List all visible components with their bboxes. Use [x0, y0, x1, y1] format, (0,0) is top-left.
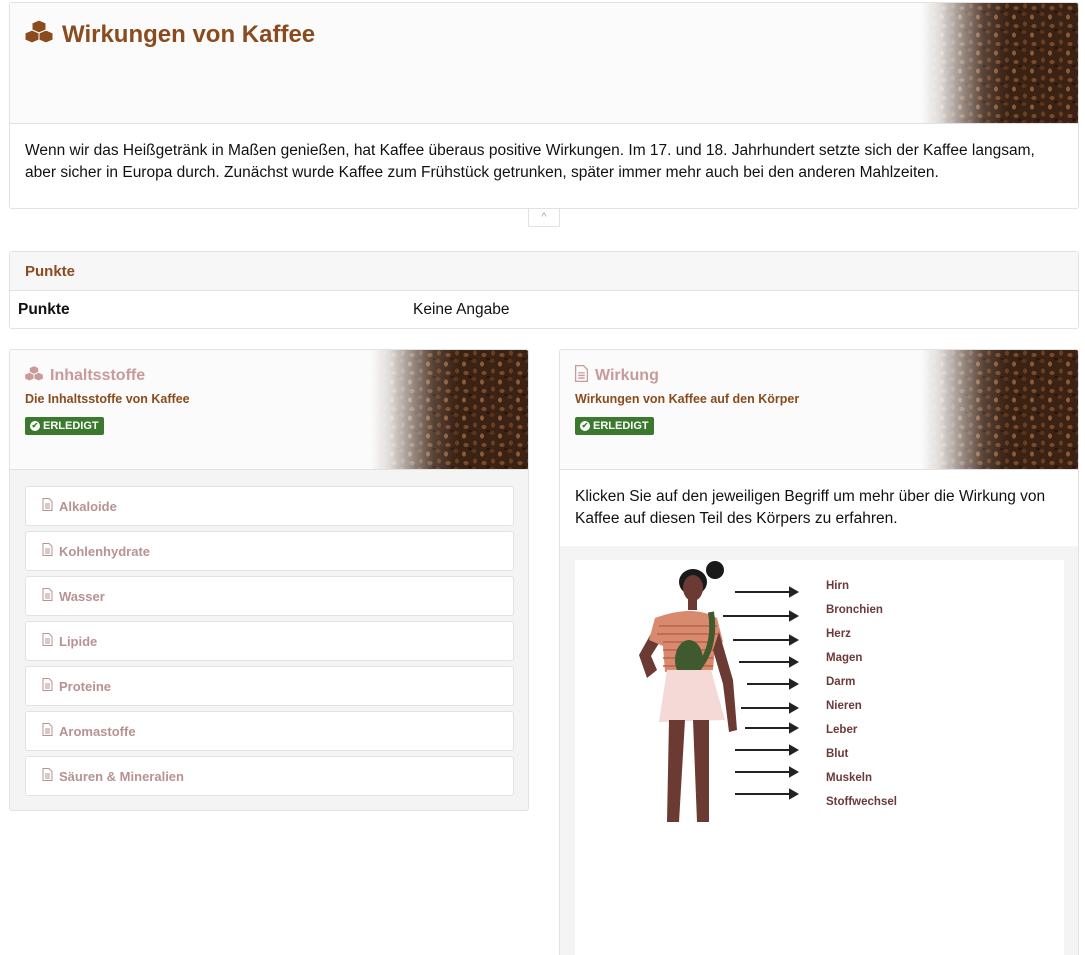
intro-header: Wirkungen von Kaffee	[10, 3, 1078, 124]
document-icon	[42, 543, 53, 559]
body-link-muskeln[interactable]: Muskeln	[826, 772, 872, 784]
list-item-lipide[interactable]: Lipide	[25, 621, 514, 661]
body-link-magen[interactable]: Magen	[826, 652, 862, 664]
body-link-hirn[interactable]: Hirn	[826, 580, 849, 592]
list-item-aromastoffe[interactable]: Aromastoffe	[25, 711, 514, 751]
body-link-herz[interactable]: Herz	[826, 628, 851, 640]
punkte-row: Punkte Keine Angabe	[10, 291, 1078, 328]
coffee-beans-image	[921, 350, 1078, 469]
punkte-label: Punkte	[18, 301, 70, 318]
cubes-icon	[24, 19, 54, 50]
check-circle-icon: ✔	[30, 421, 40, 431]
page-title-text: Wirkungen von Kaffee	[62, 20, 316, 48]
document-icon	[42, 588, 53, 604]
document-icon	[42, 768, 53, 784]
list-item-proteine[interactable]: Proteine	[25, 666, 514, 706]
list-item-label: Lipide	[59, 633, 98, 649]
wirkung-panel: Wirkung Wirkungen von Kaffee auf den Kör…	[559, 349, 1079, 955]
list-item-saeuren-mineralien[interactable]: Säuren & Mineralien	[25, 756, 514, 796]
intro-text: Wenn wir das Heißgetränk in Maßen genieß…	[25, 142, 1035, 181]
wirkung-header: Wirkung Wirkungen von Kaffee auf den Kör…	[560, 350, 1078, 470]
wirkung-description: Klicken Sie auf den jeweiligen Begriff u…	[575, 488, 1046, 527]
punkte-card: Punkte Punkte Keine Angabe	[9, 251, 1079, 329]
list-item-alkaloide[interactable]: Alkaloide	[25, 486, 514, 526]
punkte-value: Keine Angabe	[413, 301, 510, 318]
list-item-kohlenhydrate[interactable]: Kohlenhydrate	[25, 531, 514, 571]
inhaltsstoffe-header: Inhaltsstoffe Die Inhaltsstoffe von Kaff…	[10, 350, 528, 470]
list-item-label: Wasser	[59, 588, 105, 604]
document-icon	[42, 633, 53, 649]
inhaltsstoffe-subtitle: Die Inhaltsstoffe von Kaffee	[25, 392, 190, 406]
wirkung-title[interactable]: Wirkung	[574, 365, 659, 387]
punkte-heading: Punkte	[10, 252, 1078, 291]
status-badge: ✔ ERLEDIGT	[25, 417, 104, 435]
body-link-nieren[interactable]: Nieren	[826, 700, 862, 712]
inhaltsstoffe-panel: Inhaltsstoffe Die Inhaltsstoffe von Kaff…	[9, 349, 529, 811]
chevron-up-icon: ^	[541, 211, 547, 223]
status-badge-text: ERLEDIGT	[43, 420, 99, 432]
body-link-blut[interactable]: Blut	[826, 748, 848, 760]
coffee-beans-image	[921, 3, 1078, 123]
wirkung-subtitle: Wirkungen von Kaffee auf den Körper	[575, 392, 800, 406]
body-link-leber[interactable]: Leber	[826, 724, 857, 736]
body-link-bronchien[interactable]: Bronchien	[826, 604, 883, 616]
coffee-beans-image	[371, 350, 528, 469]
status-badge-text: ERLEDIGT	[593, 420, 649, 432]
intro-card: Wirkungen von Kaffee Wenn wir das Heißge…	[9, 2, 1079, 209]
list-item-label: Proteine	[59, 678, 112, 694]
body-link-stoffwechsel[interactable]: Stoffwechsel	[826, 796, 897, 808]
wirkung-title-text: Wirkung	[595, 367, 659, 384]
list-item-label: Säuren & Mineralien	[59, 768, 184, 784]
body-figure: Hirn Bronchien Herz Magen Darm Nieren Le…	[575, 560, 1064, 955]
list-item-label: Kohlenhydrate	[59, 543, 151, 559]
status-badge: ✔ ERLEDIGT	[575, 417, 654, 435]
collapse-button[interactable]: ^	[528, 209, 560, 227]
woman-illustration	[639, 561, 800, 822]
inhaltsstoffe-title-text: Inhaltsstoffe	[50, 366, 146, 384]
wirkung-description-box: Klicken Sie auf den jeweiligen Begriff u…	[560, 470, 1078, 546]
document-icon	[42, 723, 53, 739]
check-circle-icon: ✔	[580, 421, 590, 431]
inhaltsstoffe-title[interactable]: Inhaltsstoffe	[24, 365, 145, 386]
list-item-label: Aromastoffe	[59, 723, 136, 739]
list-item-label: Alkaloide	[59, 498, 117, 514]
body-link-darm[interactable]: Darm	[826, 676, 855, 688]
cubes-icon	[24, 365, 44, 386]
list-item-wasser[interactable]: Wasser	[25, 576, 514, 616]
document-icon	[42, 678, 53, 694]
document-icon	[574, 365, 589, 387]
document-icon	[42, 498, 53, 514]
page-title: Wirkungen von Kaffee	[24, 19, 315, 50]
